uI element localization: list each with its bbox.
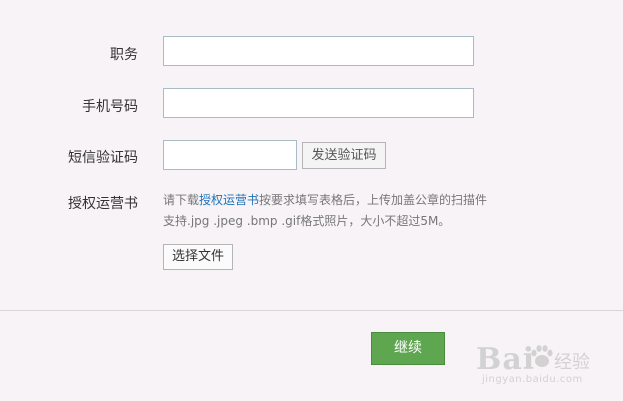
- position-label: 职务: [110, 47, 138, 63]
- phone-input[interactable]: [163, 88, 474, 118]
- note-prefix: 请下载: [163, 193, 200, 207]
- send-code-button[interactable]: 发送验证码: [302, 142, 386, 169]
- watermark-cn: 经验: [554, 352, 590, 373]
- note-suffix: 按要求填写表格后，上传加盖公章的扫描件: [259, 193, 488, 207]
- authorization-download-link[interactable]: 授权运营书: [199, 193, 259, 207]
- download-instructions: 请下载授权运营书按要求填写表格后，上传加盖公章的扫描件: [163, 190, 487, 210]
- paw-icon: [531, 345, 553, 367]
- phone-label: 手机号码: [82, 99, 138, 115]
- watermark-url: jingyan.baidu.com: [482, 374, 583, 385]
- file-format-note: 支持.jpg .jpeg .bmp .gif格式照片，大小不超过5M。: [163, 214, 451, 228]
- baidu-jingyan-watermark: Bai 经验 jingyan.baidu.com: [476, 342, 616, 392]
- sms-code-label: 短信验证码: [68, 150, 138, 166]
- choose-file-button[interactable]: 选择文件: [163, 244, 233, 270]
- section-divider: [0, 310, 623, 311]
- position-input[interactable]: [163, 36, 474, 66]
- sms-code-input[interactable]: [163, 140, 297, 170]
- continue-button[interactable]: 继续: [371, 332, 445, 365]
- watermark-logo: Bai: [476, 342, 536, 377]
- authorization-label: 授权运营书: [68, 196, 138, 212]
